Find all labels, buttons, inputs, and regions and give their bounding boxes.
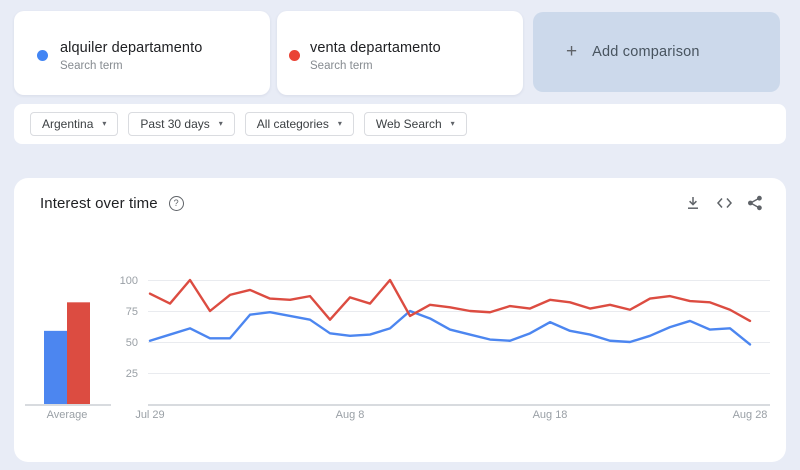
term-card-alquiler-departamento[interactable]: alquiler departamento Search term <box>14 11 270 95</box>
chevron-down-icon: ▾ <box>218 119 223 128</box>
chevron-down-icon: ▾ <box>102 119 107 128</box>
series-color-dot-blue <box>37 50 48 61</box>
x-tick-label: Aug 28 <box>733 409 768 421</box>
average-bar <box>44 330 67 404</box>
interest-over-time-chart: 25 50 75 100 Jul 29 Aug 8 Aug 18 Aug 28 Average <box>25 275 770 421</box>
x-tick-label: Aug 8 <box>336 409 365 421</box>
term-type-label: Search term <box>310 60 373 72</box>
x-tick-label: Jul 29 <box>135 409 164 421</box>
series-line <box>148 278 752 323</box>
series-line <box>148 309 752 346</box>
filter-country-value: Argentina <box>42 117 94 131</box>
google-trends-explore-page: alquiler departamento Search term venta … <box>0 0 800 470</box>
average-bar <box>67 302 90 404</box>
filter-bar: Argentina ▾ Past 30 days ▾ All categorie… <box>14 104 786 144</box>
chevron-down-icon: ▾ <box>337 119 342 128</box>
filter-search-type-dropdown[interactable]: Web Search ▾ <box>363 112 467 136</box>
filter-time-range-value: Past 30 days <box>140 117 210 131</box>
term-card-venta-departamento[interactable]: venta departamento Search term <box>277 11 523 95</box>
interest-over-time-panel: Interest over time ? 25 50 75 100 Jul 29… <box>14 178 786 462</box>
filter-time-range-dropdown[interactable]: Past 30 days ▾ <box>128 112 235 136</box>
plus-icon: + <box>566 41 578 62</box>
filter-search-type-value: Web Search <box>375 117 442 131</box>
series-color-dot-red <box>289 50 300 61</box>
filter-category-value: All categories <box>256 117 329 131</box>
filter-country-dropdown[interactable]: Argentina ▾ <box>30 112 119 136</box>
term-label: alquiler departamento <box>60 40 203 56</box>
y-tick-label: 75 <box>126 306 138 318</box>
term-type-label: Search term <box>60 60 123 72</box>
term-label: venta departamento <box>310 40 441 56</box>
add-comparison-label: Add comparison <box>592 44 700 60</box>
y-tick-label: 25 <box>126 368 138 380</box>
add-comparison-button[interactable]: + Add comparison <box>533 12 780 92</box>
chevron-down-icon: ▾ <box>450 119 455 128</box>
y-tick-label: 50 <box>126 337 138 349</box>
bar-average-label: Average <box>47 409 88 421</box>
x-tick-label: Aug 18 <box>533 409 568 421</box>
filter-category-dropdown[interactable]: All categories ▾ <box>244 112 354 136</box>
y-tick-label: 100 <box>120 275 138 287</box>
